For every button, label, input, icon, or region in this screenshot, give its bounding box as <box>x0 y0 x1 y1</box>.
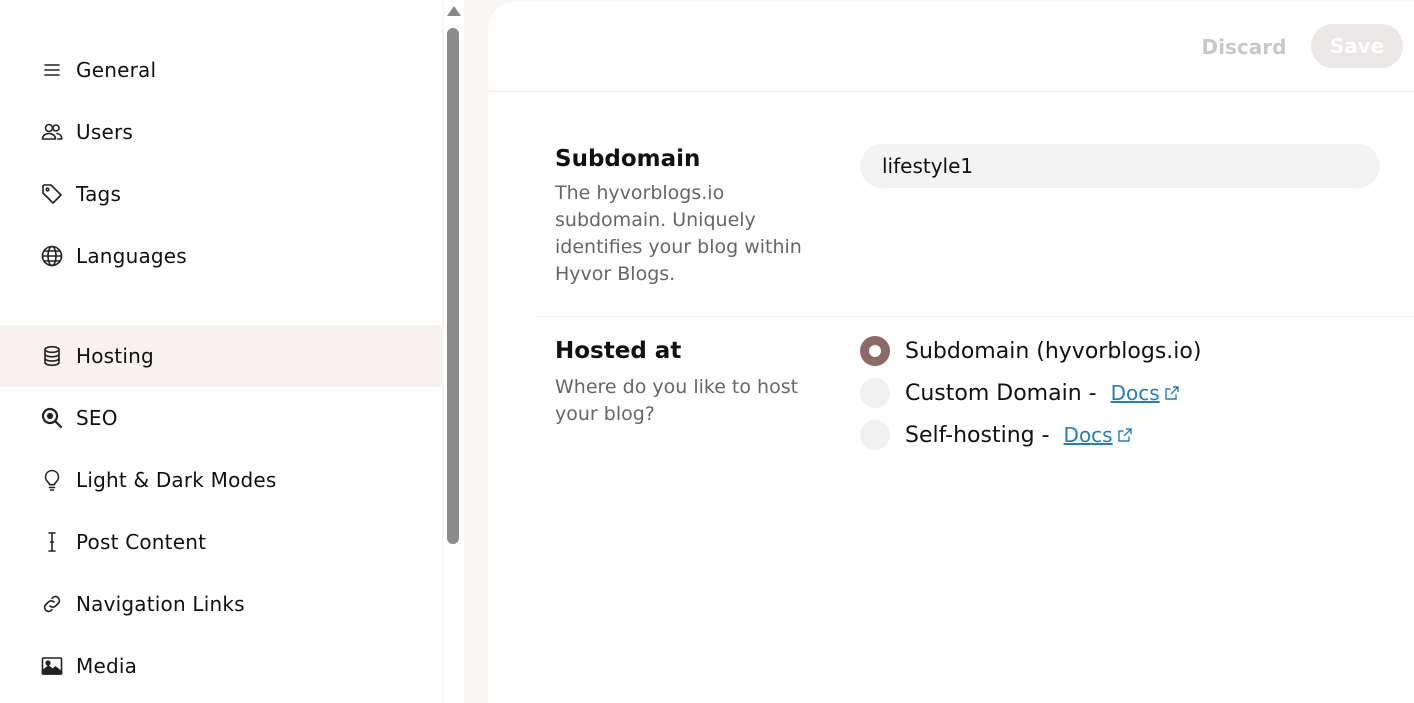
sidebar-item-seo[interactable]: SEO <box>0 387 442 449</box>
save-button[interactable]: Save <box>1311 24 1403 68</box>
sidebar-item-label: Hosting <box>76 344 154 368</box>
radio-label: Custom Domain - <box>905 380 1097 406</box>
sidebar-item-light-dark-modes[interactable]: Light & Dark Modes <box>0 449 442 511</box>
hosted-at-description: Where do you like to host your blog? <box>555 376 799 425</box>
sidebar-item-label: General <box>76 58 157 82</box>
external-link-icon <box>1164 385 1180 401</box>
sidebar-item-hosting[interactable]: Hosting <box>0 325 442 387</box>
sidebar-item-label: Post Content <box>76 530 207 554</box>
custom-domain-docs-link[interactable]: Docs <box>1111 381 1160 405</box>
sidebar-item-label: Users <box>76 120 134 144</box>
users-icon <box>39 119 65 145</box>
radio-label: Subdomain (hyvorblogs.io) <box>905 338 1202 364</box>
globe-icon <box>39 243 65 269</box>
sidebar-item-general[interactable]: General <box>0 39 442 101</box>
discard-button[interactable]: Discard <box>1192 24 1296 70</box>
subdomain-description: The hyvorblogs.io subdomain. Uniquely id… <box>555 182 802 285</box>
section-divider <box>536 316 1414 317</box>
radio-label: Self-hosting - <box>905 422 1050 448</box>
database-icon <box>39 343 65 369</box>
hosting-option-custom-domain[interactable]: Custom Domain - Docs <box>860 377 1180 409</box>
scrollbar-thumb[interactable] <box>447 28 459 544</box>
link-icon <box>39 591 65 617</box>
hosted-at-title: Hosted at <box>555 338 682 364</box>
subdomain-title: Subdomain <box>555 146 701 172</box>
lightbulb-icon <box>39 467 65 493</box>
sidebar-item-label: Languages <box>76 244 187 268</box>
sidebar-item-label: Tags <box>76 182 122 206</box>
sidebar-item-languages[interactable]: Languages <box>0 225 442 287</box>
sidebar-item-tags[interactable]: Tags <box>0 163 442 225</box>
list-icon <box>39 57 65 83</box>
subdomain-input[interactable] <box>860 144 1380 188</box>
radio-subdomain[interactable] <box>860 336 890 366</box>
sidebar-item-navigation-links[interactable]: Navigation Links <box>0 573 442 635</box>
radio-self-hosting[interactable] <box>860 420 890 450</box>
sidebar-item-label: Navigation Links <box>76 592 245 616</box>
sidebar-item-label: SEO <box>76 406 118 430</box>
hosting-option-self-hosting[interactable]: Self-hosting - Docs <box>860 419 1133 451</box>
image-icon <box>39 653 65 679</box>
tag-icon <box>39 181 65 207</box>
settings-header: Discard Save <box>488 2 1414 92</box>
sidebar-item-media[interactable]: Media <box>0 635 442 697</box>
sidebar-scrollbar[interactable] <box>444 0 464 703</box>
search-icon <box>39 405 65 431</box>
radio-custom-domain[interactable] <box>860 378 890 408</box>
hosting-option-subdomain[interactable]: Subdomain (hyvorblogs.io) <box>860 335 1201 367</box>
settings-sidebar: General Users Tags Languages Hosting SEO <box>0 0 442 703</box>
external-link-icon <box>1117 427 1133 443</box>
sidebar-item-users[interactable]: Users <box>0 101 442 163</box>
text-cursor-icon <box>39 529 65 555</box>
sidebar-item-post-content[interactable]: Post Content <box>0 511 442 573</box>
self-hosting-docs-link[interactable]: Docs <box>1064 423 1113 447</box>
scroll-up-arrow-icon[interactable] <box>447 6 461 16</box>
settings-main-panel: Discard Save Subdomain The hyvorblogs.io… <box>488 2 1414 703</box>
sidebar-item-label: Media <box>76 654 138 678</box>
sidebar-item-label: Light & Dark Modes <box>76 468 277 492</box>
